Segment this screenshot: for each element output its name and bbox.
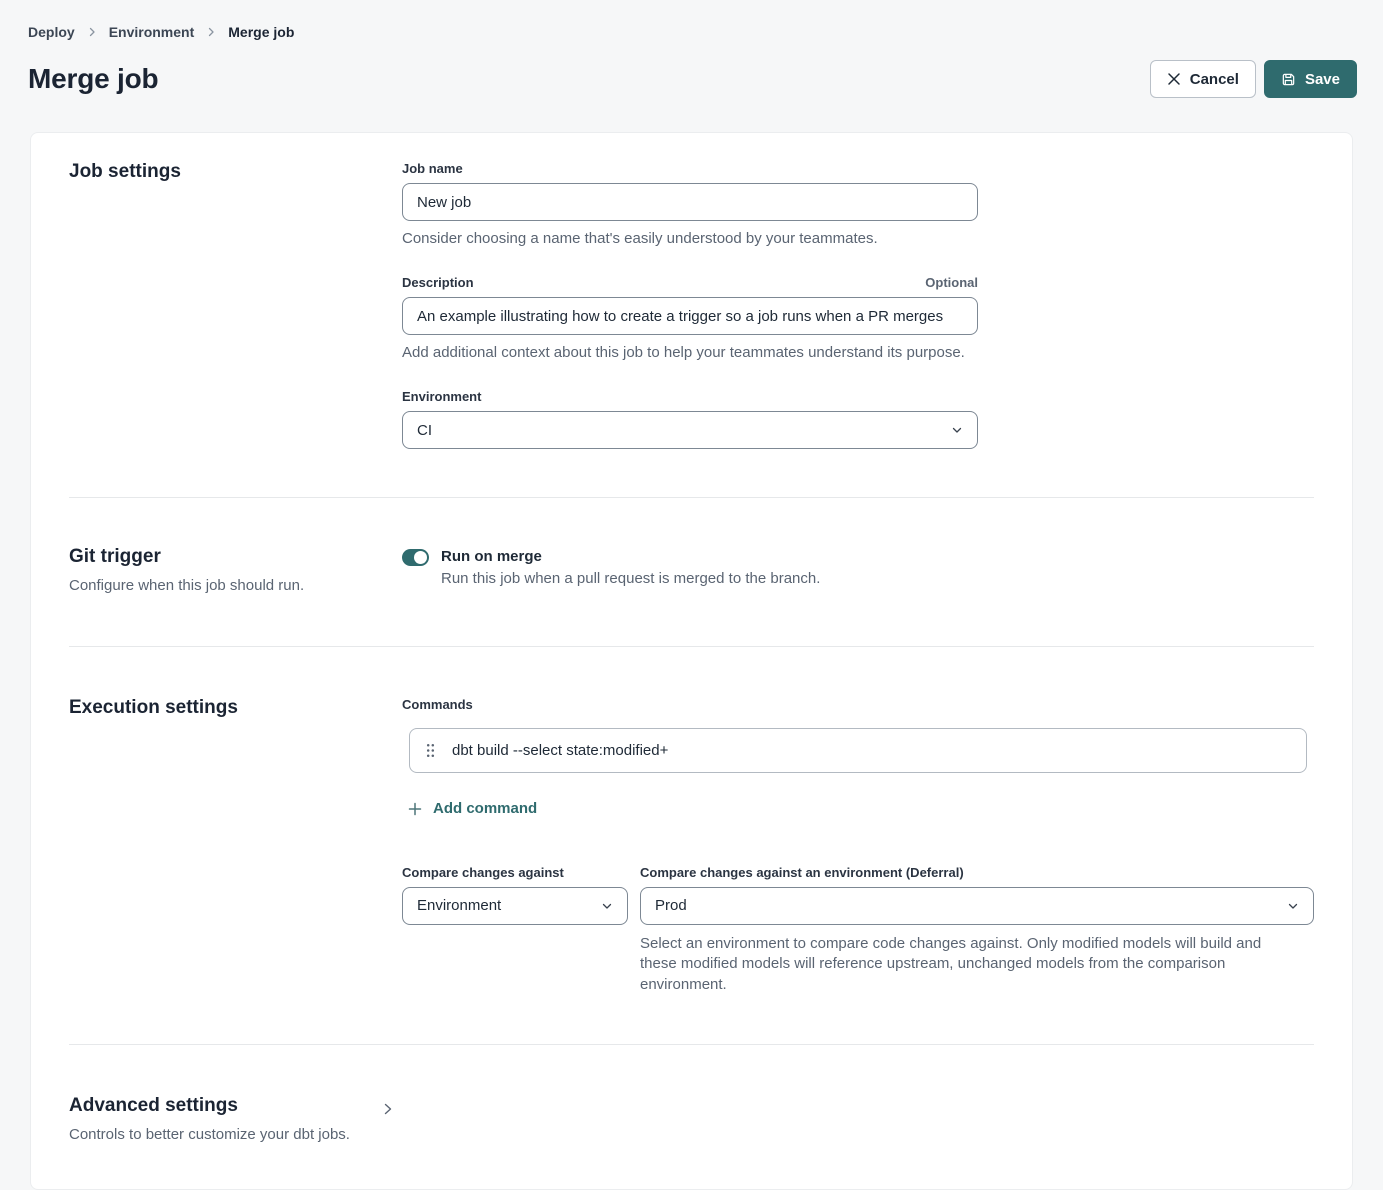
command-text[interactable]: dbt build --select state:modified+ — [452, 742, 668, 759]
description-label: Description — [402, 275, 474, 290]
deferral-helper: Select an environment to compare code ch… — [640, 934, 1288, 996]
advanced-settings-subheading: Controls to better customize your dbt jo… — [69, 1126, 369, 1143]
advanced-settings-heading: Advanced settings — [69, 1095, 369, 1117]
close-icon — [1167, 72, 1181, 86]
section-execution-settings: Execution settings Commands dbt build --… — [31, 647, 1352, 1044]
chevron-down-icon — [601, 900, 613, 912]
git-trigger-heading: Git trigger — [69, 546, 402, 568]
top-bar: Deploy Environment Merge job Merge job C… — [0, 0, 1383, 98]
chevron-right-icon — [206, 27, 216, 37]
job-name-helper: Consider choosing a name that's easily u… — [402, 230, 978, 247]
advanced-settings-row[interactable]: Advanced settings Controls to better cus… — [69, 1095, 394, 1143]
compare-changes-field: Compare changes against Environment — [402, 865, 628, 996]
page-header: Merge job Cancel Save — [28, 60, 1357, 98]
git-trigger-form-col: Run on merge Run this job when a pull re… — [402, 546, 1314, 594]
add-command-button[interactable]: Add command — [408, 800, 537, 817]
cancel-button[interactable]: Cancel — [1150, 60, 1256, 98]
job-settings-heading-col: Job settings — [69, 161, 402, 449]
header-actions: Cancel Save — [1150, 60, 1357, 98]
execution-settings-form-col: Commands dbt build --select state:modifi… — [402, 697, 1314, 996]
breadcrumb-item-merge-job: Merge job — [228, 24, 294, 40]
deferral-label: Compare changes against an environment (… — [640, 865, 1314, 880]
environment-select-value: CI — [417, 422, 432, 439]
chevron-right-icon — [87, 27, 97, 37]
job-name-input[interactable] — [402, 183, 978, 221]
page-title: Merge job — [28, 63, 158, 95]
environment-field: Environment CI — [402, 389, 978, 449]
drag-handle-icon[interactable] — [426, 743, 435, 758]
commands-label: Commands — [402, 697, 1314, 712]
deferral-select-value: Prod — [655, 897, 687, 914]
job-settings-heading: Job settings — [69, 161, 402, 183]
save-icon — [1281, 72, 1296, 87]
compare-changes-select-value: Environment — [417, 897, 501, 914]
cancel-button-label: Cancel — [1190, 71, 1239, 88]
run-on-merge-description: Run this job when a pull request is merg… — [441, 570, 820, 587]
breadcrumb-item-environment[interactable]: Environment — [109, 24, 195, 40]
section-advanced-settings: Advanced settings Controls to better cus… — [31, 1045, 1352, 1189]
save-button-label: Save — [1305, 71, 1340, 88]
run-on-merge-row: Run on merge Run this job when a pull re… — [402, 546, 1314, 587]
execution-settings-heading-col: Execution settings — [69, 697, 402, 996]
toggle-knob — [414, 551, 427, 564]
deferral-field: Compare changes against an environment (… — [640, 865, 1314, 996]
section-git-trigger: Git trigger Configure when this job shou… — [31, 498, 1352, 646]
compare-row: Compare changes against Environment Comp… — [402, 865, 1314, 996]
git-trigger-heading-col: Git trigger Configure when this job shou… — [69, 546, 402, 594]
add-command-label: Add command — [433, 800, 537, 817]
description-input[interactable] — [402, 297, 978, 335]
environment-label: Environment — [402, 389, 978, 404]
compare-changes-select[interactable]: Environment — [402, 887, 628, 925]
run-on-merge-text: Run on merge Run this job when a pull re… — [441, 548, 820, 587]
deferral-select[interactable]: Prod — [640, 887, 1314, 925]
execution-settings-heading: Execution settings — [69, 697, 402, 719]
chevron-right-icon[interactable] — [382, 1102, 394, 1116]
section-job-settings: Job settings Job name Consider choosing … — [31, 133, 1352, 497]
git-trigger-subheading: Configure when this job should run. — [69, 577, 402, 594]
chevron-down-icon — [1287, 900, 1299, 912]
description-helper: Add additional context about this job to… — [402, 344, 978, 361]
advanced-settings-text: Advanced settings Controls to better cus… — [69, 1095, 369, 1143]
job-name-label: Job name — [402, 161, 978, 176]
job-name-field: Job name Consider choosing a name that's… — [402, 161, 978, 247]
description-label-row: Description Optional — [402, 275, 978, 290]
description-field: Description Optional Add additional cont… — [402, 275, 978, 361]
breadcrumb-item-deploy[interactable]: Deploy — [28, 24, 75, 40]
run-on-merge-toggle[interactable] — [402, 549, 429, 566]
compare-changes-label: Compare changes against — [402, 865, 628, 880]
plus-icon — [408, 802, 422, 816]
optional-badge: Optional — [925, 275, 978, 290]
breadcrumb: Deploy Environment Merge job — [28, 24, 1357, 40]
command-row: dbt build --select state:modified+ — [409, 728, 1307, 773]
run-on-merge-label: Run on merge — [441, 548, 820, 565]
save-button[interactable]: Save — [1264, 60, 1357, 98]
environment-select[interactable]: CI — [402, 411, 978, 449]
job-settings-form-col: Job name Consider choosing a name that's… — [402, 161, 1314, 449]
job-form-card: Job settings Job name Consider choosing … — [30, 132, 1353, 1190]
chevron-down-icon — [951, 424, 963, 436]
